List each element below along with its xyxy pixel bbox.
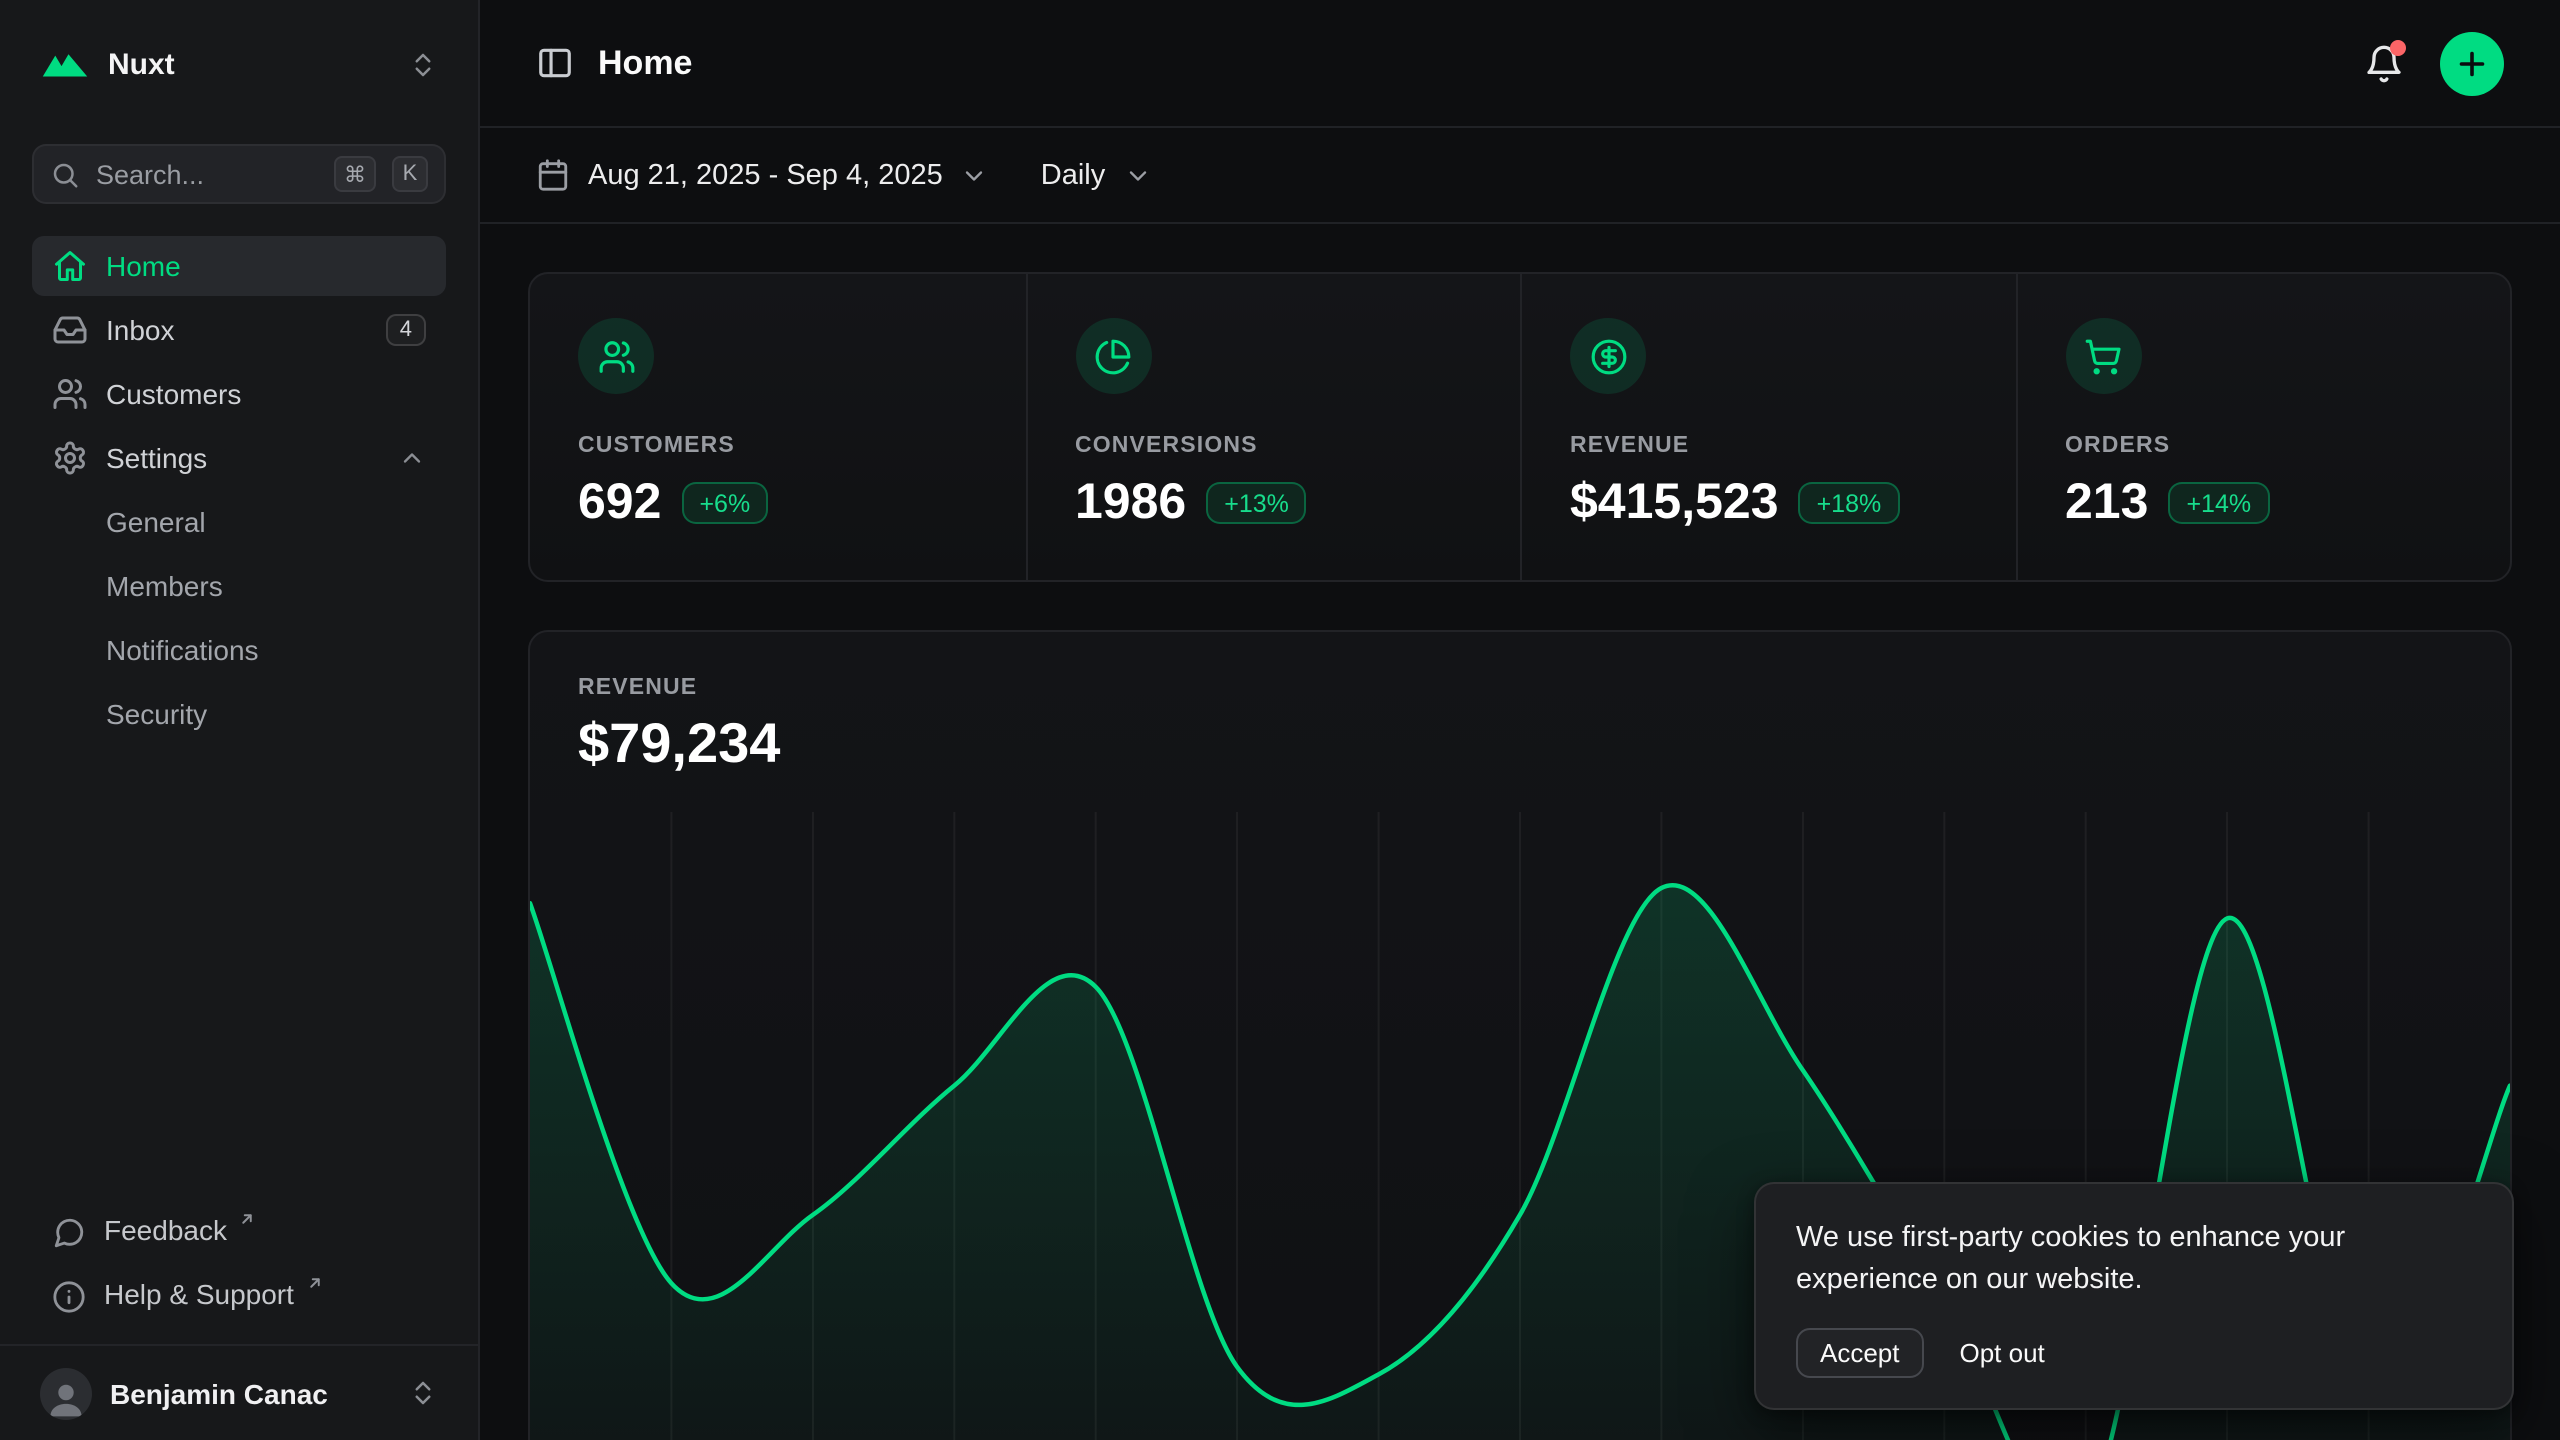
shopping-cart-icon: [2065, 318, 2141, 394]
chevrons-up-down-icon: [408, 49, 438, 79]
sidebar-item-customers[interactable]: Customers: [32, 364, 446, 424]
feedback-link[interactable]: Feedback: [32, 1204, 446, 1264]
sidebar-item-security[interactable]: Security: [32, 684, 446, 744]
workspace-name: Nuxt: [108, 47, 390, 81]
cookie-message: We use first-party cookies to enhance yo…: [1796, 1218, 2472, 1302]
stat-card-revenue[interactable]: REVENUE $415,523 +18%: [1520, 274, 2015, 580]
sidebar-item-inbox[interactable]: Inbox 4: [32, 300, 446, 360]
granularity-select[interactable]: Daily: [1041, 159, 1151, 191]
stats-row: CUSTOMERS 692 +6% CONVERSIONS 1986 +13%: [528, 272, 2512, 582]
stat-card-orders[interactable]: ORDERS 213 +14%: [2015, 274, 2510, 580]
filter-toolbar: Aug 21, 2025 - Sep 4, 2025 Daily: [480, 128, 2560, 224]
page-title: Home: [598, 43, 692, 83]
delta-badge: +13%: [1206, 482, 1307, 524]
delta-badge: +6%: [681, 482, 768, 524]
external-link-icon: [306, 1274, 324, 1292]
users-icon: [52, 376, 88, 412]
chevrons-up-down-icon: [408, 1378, 438, 1408]
revenue-chart-label: REVENUE: [578, 676, 2462, 700]
revenue-chart-value: $79,234: [578, 712, 2462, 776]
nuxt-logo-icon: [40, 46, 90, 82]
inbox-icon: [52, 312, 88, 348]
info-icon: [52, 1280, 86, 1314]
sidebar-item-general[interactable]: General: [32, 492, 446, 552]
home-icon: [52, 248, 88, 284]
optout-cookies-button[interactable]: Opt out: [1960, 1338, 2045, 1368]
sidebar-item-notifications[interactable]: Notifications: [32, 620, 446, 680]
inbox-count-badge: 4: [386, 314, 426, 346]
sidebar-toggle-button[interactable]: [536, 44, 574, 82]
stat-value: 1986: [1075, 474, 1186, 532]
kbd-cmd: ⌘: [334, 156, 376, 192]
notification-dot: [2390, 39, 2406, 55]
sidebar-footer: Feedback Help & Support: [0, 1204, 478, 1344]
accept-cookies-button[interactable]: Accept: [1796, 1328, 1924, 1378]
date-range-label: Aug 21, 2025 - Sep 4, 2025: [588, 159, 943, 191]
date-range-picker[interactable]: Aug 21, 2025 - Sep 4, 2025: [536, 158, 989, 192]
delta-badge: +18%: [1799, 482, 1900, 524]
sidebar-item-members[interactable]: Members: [32, 556, 446, 616]
user-menu[interactable]: Benjamin Canac: [0, 1344, 478, 1440]
sidebar-top: Nuxt: [0, 0, 478, 112]
calendar-icon: [536, 158, 570, 192]
help-support-link[interactable]: Help & Support: [32, 1268, 446, 1328]
kbd-k: K: [392, 156, 428, 192]
stat-card-conversions[interactable]: CONVERSIONS 1986 +13%: [1025, 274, 1520, 580]
search-icon: [50, 159, 80, 189]
cookie-consent-toast: We use first-party cookies to enhance yo…: [1754, 1182, 2514, 1410]
chevron-down-icon: [1123, 161, 1151, 189]
plus-icon: [2454, 45, 2490, 81]
chat-bubble-icon: [52, 1216, 86, 1250]
search-input[interactable]: Search... ⌘ K: [32, 144, 446, 204]
granularity-label: Daily: [1041, 159, 1105, 191]
add-button[interactable]: [2440, 31, 2504, 95]
gear-icon: [52, 440, 88, 476]
sidebar-item-settings[interactable]: Settings: [32, 428, 446, 488]
search-placeholder: Search...: [96, 159, 318, 189]
dashboard-app: Nuxt Search... ⌘ K Home: [0, 0, 2560, 1440]
header: Home: [480, 0, 2560, 128]
stat-value: 692: [578, 474, 661, 532]
sidebar-spacer: [0, 744, 478, 1204]
stat-value: 213: [2065, 474, 2148, 532]
sidebar-item-home[interactable]: Home: [32, 236, 446, 296]
workspace-switcher[interactable]: Nuxt: [32, 16, 446, 112]
users-icon: [578, 318, 654, 394]
delta-badge: +14%: [2168, 482, 2269, 524]
pie-chart-icon: [1075, 318, 1151, 394]
avatar: [40, 1367, 92, 1419]
external-link-icon: [239, 1210, 257, 1228]
circle-dollar-icon: [1570, 318, 1646, 394]
notifications-button[interactable]: [2364, 43, 2404, 83]
chevron-up-icon: [398, 444, 426, 472]
sidebar-nav: Home Inbox 4 Customers Settings: [0, 236, 478, 744]
sidebar: Nuxt Search... ⌘ K Home: [0, 0, 480, 1440]
user-name: Benjamin Canac: [110, 1377, 390, 1409]
stat-card-customers[interactable]: CUSTOMERS 692 +6%: [530, 274, 1025, 580]
stat-value: $415,523: [1570, 474, 1779, 532]
chevron-down-icon: [961, 161, 989, 189]
